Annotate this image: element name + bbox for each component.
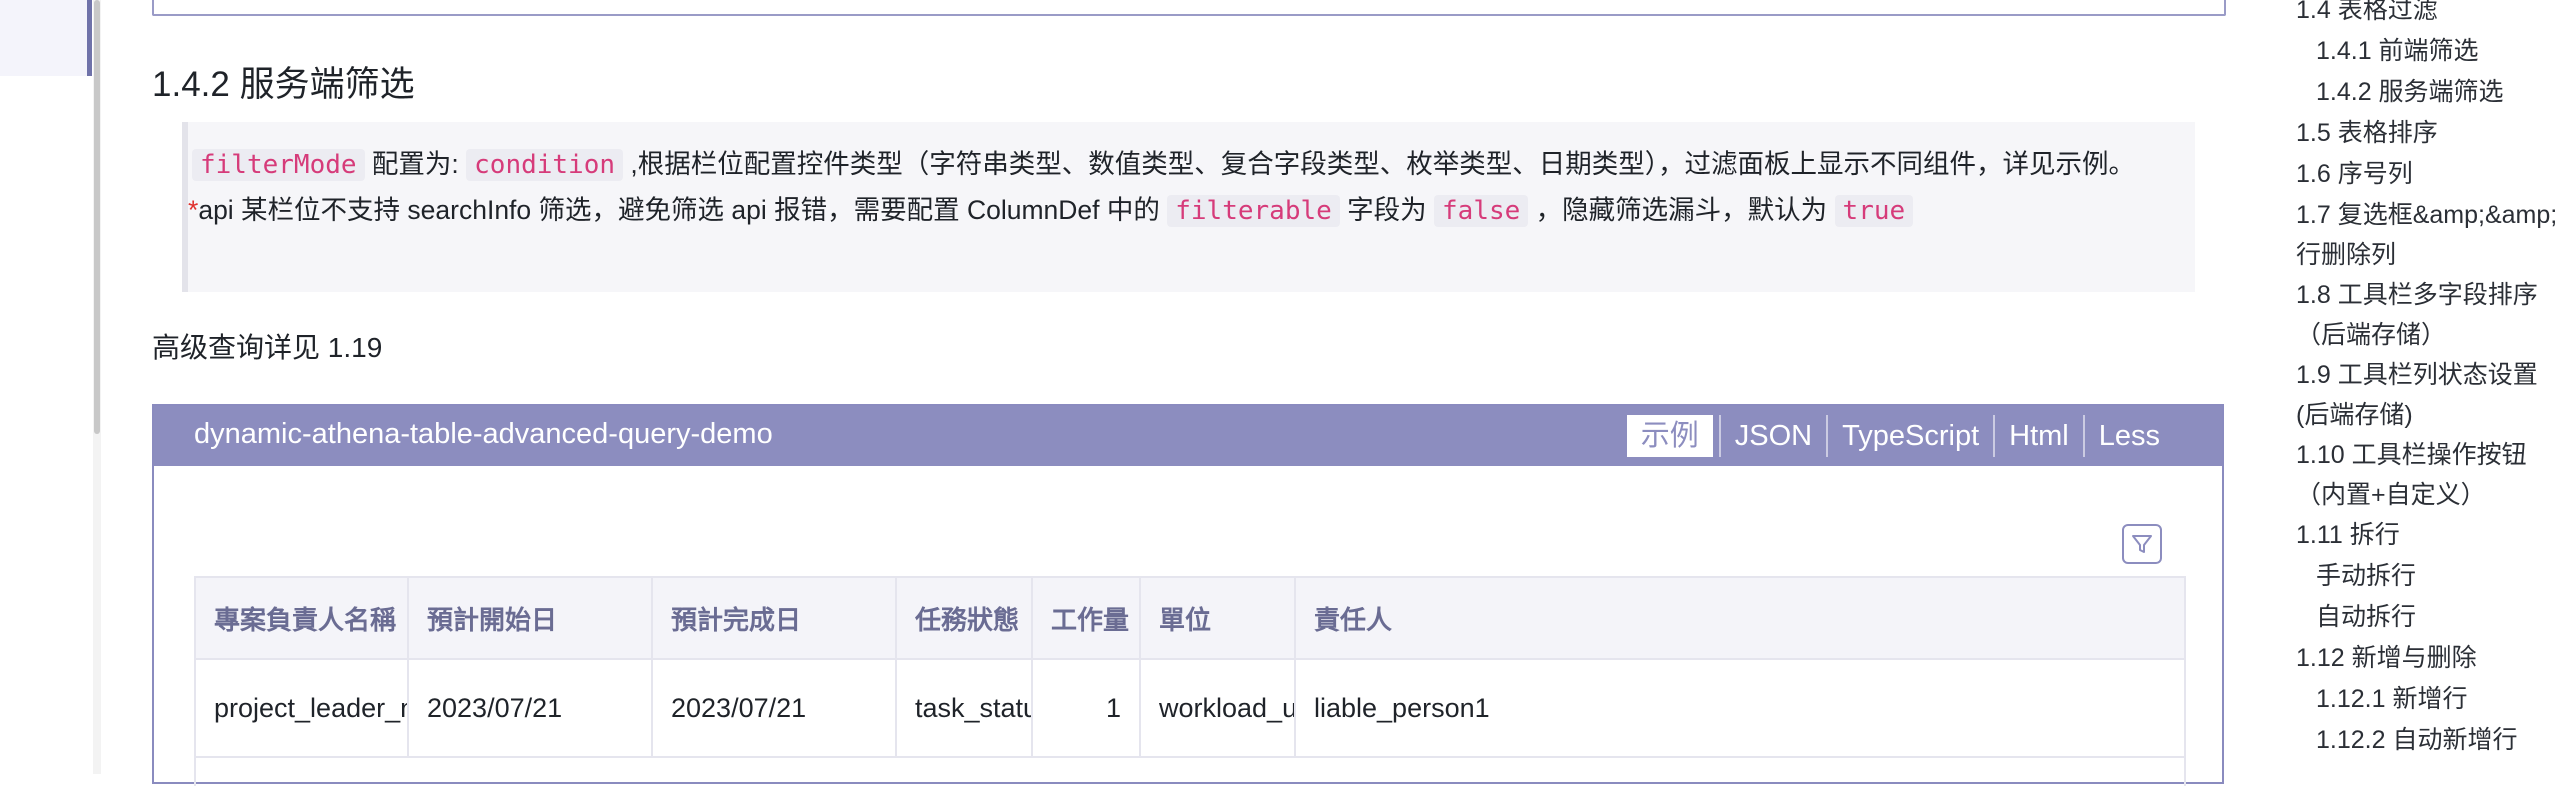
toc-item[interactable]: 1.12.1 新增行 (2296, 679, 2576, 720)
demo-header: dynamic-athena-table-advanced-query-demo… (154, 406, 2222, 466)
table-cell: workload_unit1 (1140, 659, 1296, 758)
demo-title: dynamic-athena-table-advanced-query-demo (194, 418, 773, 450)
note-text: 配置为: (364, 149, 467, 179)
toc-item[interactable]: 1.5 表格排序 (2296, 113, 2576, 154)
inline-code: filterable (1167, 195, 1340, 227)
table-of-contents: 1.4 表格过滤 1.4.1 前端筛选 1.4.2 服务端筛选 1.5 表格排序… (2296, 0, 2576, 761)
column-header[interactable]: 預計完成日 (652, 578, 897, 660)
previous-demo-box (152, 0, 2226, 16)
toc-item[interactable]: 手动拆行 (2296, 556, 2576, 597)
section-title: 1.4.2 服务端筛选 (152, 65, 415, 104)
main-content: 1.4.2 服务端筛选 filterMode 配置为: condition ,根… (152, 0, 2226, 786)
inline-code: false (1434, 195, 1529, 227)
inline-code: filterMode (192, 149, 365, 181)
column-header[interactable]: 任務狀態 (896, 578, 1033, 660)
toc-item[interactable]: 1.10 工具栏操作按钮（内置+自定义） (2296, 435, 2566, 515)
toc-item[interactable]: 1.12 新增与删除 (2296, 638, 2576, 679)
column-header[interactable]: 專案負責人名稱 (196, 578, 409, 660)
toc-item[interactable]: 1.8 工具栏多字段排序（后端存储） (2296, 275, 2566, 355)
left-nav (0, 0, 101, 774)
left-nav-scrollbar-thumb[interactable] (94, 0, 100, 434)
tab-example[interactable]: 示例 (1626, 415, 1713, 457)
filter-button[interactable] (2122, 524, 2162, 564)
required-asterisk: * (188, 195, 199, 225)
column-header[interactable]: 工作量 (1032, 578, 1141, 660)
inline-code: true (1834, 195, 1914, 227)
toc-item[interactable]: 1.4.2 服务端筛选 (2296, 72, 2576, 113)
table-row[interactable]: project_leader_name1 2023/07/21 2023/07/… (196, 659, 2184, 758)
toc-item[interactable]: 1.11 拆行 (2296, 515, 2576, 556)
toc-item[interactable]: 1.9 工具栏列状态设置(后端存储) (2296, 355, 2566, 435)
note-text: ，隐藏筛选漏斗，默认为 (1528, 195, 1835, 225)
demo-card: dynamic-athena-table-advanced-query-demo… (152, 404, 2224, 786)
column-header[interactable]: 責任人 (1295, 578, 2184, 660)
column-header[interactable]: 預計開始日 (408, 578, 653, 660)
advanced-query-text: 高级查询详见 1.19 (152, 332, 383, 363)
demo-tabs: 示例 JSON TypeScript Html Less (1626, 414, 2174, 458)
table-cell: project_leader_name1 (196, 659, 409, 758)
inline-code: condition (466, 149, 624, 181)
table-cell: task_status1 (896, 659, 1033, 758)
note-text: api 某栏位不支持 searchInfo 筛选，避免筛选 api 报错，需要配… (198, 195, 1168, 225)
note-line-1: filterMode 配置为: condition ,根据栏位配置控件类型（字符… (188, 142, 2177, 188)
left-nav-scrollbar[interactable] (93, 0, 101, 774)
tab-typescript[interactable]: TypeScript (1826, 415, 1993, 457)
toc-item[interactable]: 1.7 复选框&amp;&amp;行删除列 (2296, 195, 2566, 275)
tab-html[interactable]: Html (1993, 415, 2083, 457)
data-table: 專案負責人名稱 預計開始日 預計完成日 任務狀態 工作量 單位 責任人 proj… (194, 576, 2186, 786)
tab-less[interactable]: Less (2082, 415, 2174, 457)
tab-json[interactable]: JSON (1718, 415, 1826, 457)
toc-item[interactable]: 1.4 表格过滤 (2296, 0, 2576, 31)
note-block: filterMode 配置为: condition ,根据栏位配置控件类型（字符… (182, 122, 2195, 292)
note-text: ,根据栏位配置控件类型（字符串类型、数值类型、复合字段类型、枚举类型、日期类型）… (623, 149, 2136, 179)
table-header-row: 專案負責人名稱 預計開始日 預計完成日 任務狀態 工作量 單位 責任人 (196, 578, 2184, 660)
toc-item[interactable]: 1.4.1 前端筛选 (2296, 31, 2576, 72)
toc-item[interactable]: 1.6 序号列 (2296, 154, 2576, 195)
filter-icon (2132, 535, 2152, 553)
left-nav-active-indicator (87, 0, 92, 76)
table-cell: 2023/07/21 (652, 659, 897, 758)
table-cell: liable_person1 (1295, 659, 2184, 758)
column-header[interactable]: 單位 (1140, 578, 1296, 660)
table-cell: 2023/07/21 (408, 659, 653, 758)
note-text: 字段为 (1339, 195, 1435, 225)
toc-item[interactable]: 1.12.2 自动新增行 (2296, 720, 2576, 761)
table-cell: 1 (1032, 659, 1141, 758)
left-nav-active-item[interactable] (0, 0, 88, 76)
note-line-2: *api 某栏位不支持 searchInfo 筛选，避免筛选 api 报错，需要… (188, 188, 2177, 234)
toc-item[interactable]: 自动拆行 (2296, 597, 2576, 638)
